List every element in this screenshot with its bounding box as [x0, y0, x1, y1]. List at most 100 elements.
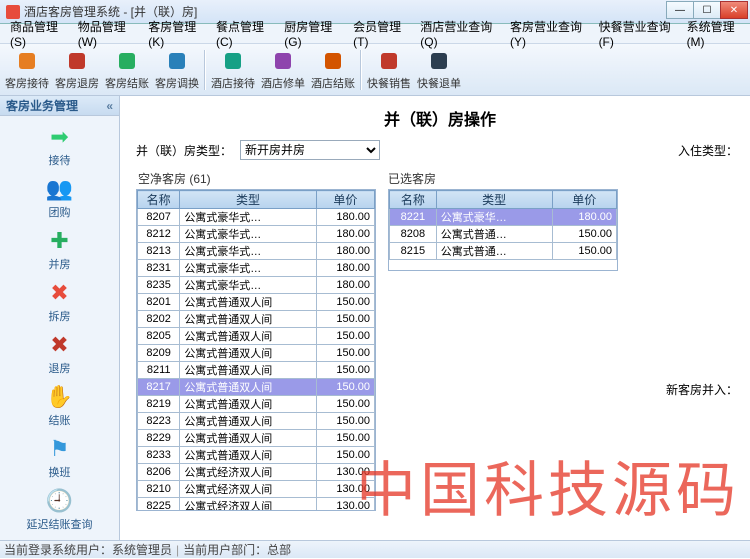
table-row[interactable]: 8205公寓式普通双人间150.00 — [138, 328, 375, 345]
table-cell: 8212 — [138, 226, 180, 243]
merge-type-select[interactable]: 新开房并房 — [240, 140, 380, 160]
table-cell: 公寓式普通… — [436, 226, 552, 243]
table-cell: 公寓式普通双人间 — [180, 311, 316, 328]
column-header[interactable]: 单价 — [316, 191, 374, 209]
column-header[interactable]: 名称 — [390, 191, 437, 209]
reception-icon — [15, 49, 39, 73]
bill-icon: ✋ — [47, 384, 73, 410]
sidebar-item-split[interactable]: ✖拆房 — [0, 276, 119, 328]
sidebar-item-label: 团购 — [49, 204, 71, 220]
sidebar-item-label: 接待 — [49, 152, 71, 168]
toolbar-checkout-room-button[interactable]: 客房退房 — [52, 46, 102, 94]
menu-item-8[interactable]: 快餐营业查询(F) — [593, 16, 681, 51]
table-row[interactable]: 8213公寓式豪华式…180.00 — [138, 243, 375, 260]
table-cell: 8229 — [138, 430, 180, 447]
table-cell: 8202 — [138, 311, 180, 328]
table-cell: 8210 — [138, 481, 180, 498]
table-cell: 公寓式普通双人间 — [180, 328, 316, 345]
right-grid-wrap[interactable]: 名称类型单价 8221公寓式豪华…180.008208公寓式普通…150.008… — [389, 190, 617, 270]
table-row[interactable]: 8217公寓式普通双人间150.00 — [138, 379, 375, 396]
toolbar-label: 客房结账 — [105, 75, 149, 91]
toolbar-bill-button[interactable]: 客房结账 — [102, 46, 152, 94]
right-table-box: 名称类型单价 8221公寓式豪华…180.008208公寓式普通…150.008… — [388, 189, 618, 271]
table-cell: 8233 — [138, 447, 180, 464]
sidebar-item-recv[interactable]: ➡接待 — [0, 120, 119, 172]
table-row[interactable]: 8210公寓式经济双人间130.00 — [138, 481, 375, 498]
table-row[interactable]: 8209公寓式普通双人间150.00 — [138, 345, 375, 362]
table-cell: 150.00 — [316, 328, 374, 345]
table-cell: 8223 — [138, 413, 180, 430]
table-row[interactable]: 8211公寓式普通双人间150.00 — [138, 362, 375, 379]
sidebar-item-checkout[interactable]: ✖退房 — [0, 328, 119, 380]
table-cell: 150.00 — [316, 362, 374, 379]
toolbar-fast-refund-button[interactable]: 快餐退单 — [414, 46, 464, 94]
table-row[interactable]: 8215公寓式普通…150.00 — [390, 243, 617, 260]
checkin-type-label: 入住类型： — [678, 142, 738, 159]
maximize-button[interactable]: ☐ — [693, 1, 721, 19]
table-row[interactable]: 8206公寓式经济双人间130.00 — [138, 464, 375, 481]
table-cell: 公寓式经济双人间 — [180, 498, 316, 511]
toolbar-hotel-repair-button[interactable]: 酒店修单 — [258, 46, 308, 94]
table-cell: 180.00 — [552, 209, 616, 226]
table-row[interactable]: 8208公寓式普通…150.00 — [390, 226, 617, 243]
menu-bar: 商品管理(S)物品管理(W)客房管理(K)餐点管理(C)厨房管理(G)会员管理(… — [0, 24, 750, 44]
table-row[interactable]: 8233公寓式普通双人间150.00 — [138, 447, 375, 464]
table-row[interactable]: 8202公寓式普通双人间150.00 — [138, 311, 375, 328]
table-row[interactable]: 8219公寓式普通双人间150.00 — [138, 396, 375, 413]
sidebar-item-bill[interactable]: ✋结账 — [0, 380, 119, 432]
table-row[interactable]: 8201公寓式普通双人间150.00 — [138, 294, 375, 311]
column-header[interactable]: 类型 — [180, 191, 316, 209]
merge-icon: ✚ — [47, 228, 73, 254]
toolbar-hotel-recv-button[interactable]: 酒店接待 — [208, 46, 258, 94]
table-cell: 8207 — [138, 209, 180, 226]
toolbar-hotel-bill-button[interactable]: 酒店结账 — [308, 46, 358, 94]
sidebar-item-merge[interactable]: ✚并房 — [0, 224, 119, 276]
table-cell: 8215 — [390, 243, 437, 260]
table-row[interactable]: 8207公寓式豪华式…180.00 — [138, 209, 375, 226]
table-row[interactable]: 8235公寓式豪华式…180.00 — [138, 277, 375, 294]
sidebar-item-group[interactable]: 👥团购 — [0, 172, 119, 224]
sidebar-collapse-icon[interactable]: « — [106, 99, 113, 113]
bill-icon — [115, 49, 139, 73]
table-cell: 150.00 — [552, 226, 616, 243]
left-grid-wrap[interactable]: 名称类型单价 8207公寓式豪华式…180.008212公寓式豪华式…180.0… — [137, 190, 375, 510]
toolbar-label: 客房调换 — [155, 75, 199, 91]
menu-item-9[interactable]: 系统管理(M) — [681, 16, 750, 51]
column-header[interactable]: 单价 — [552, 191, 616, 209]
table-row[interactable]: 8221公寓式豪华…180.00 — [390, 209, 617, 226]
table-cell: 180.00 — [316, 277, 374, 294]
close-button[interactable]: ✕ — [720, 1, 748, 19]
toolbar-label: 酒店结账 — [311, 75, 355, 91]
table-row[interactable]: 8231公寓式豪华式…180.00 — [138, 260, 375, 277]
table-row[interactable]: 8212公寓式豪华式…180.00 — [138, 226, 375, 243]
table-cell: 150.00 — [316, 311, 374, 328]
table-cell: 8206 — [138, 464, 180, 481]
sidebar-item-label: 换班 — [49, 464, 71, 480]
sidebar-item-delay[interactable]: 🕘延迟结账查询 — [0, 484, 119, 536]
column-header[interactable]: 类型 — [436, 191, 552, 209]
minimize-button[interactable]: — — [666, 1, 694, 19]
sidebar-header: 客房业务管理 « — [0, 96, 119, 116]
toolbar-reception-button[interactable]: 客房接待 — [2, 46, 52, 94]
table-cell: 180.00 — [316, 226, 374, 243]
content-area: 并（联）房操作 并（联）房类型： 新开房并房 入住类型： 新客房并入： 空净客房… — [120, 96, 750, 540]
table-cell: 公寓式经济双人间 — [180, 464, 316, 481]
table-cell: 150.00 — [316, 413, 374, 430]
selected-rooms-table: 名称类型单价 8221公寓式豪华…180.008208公寓式普通…150.008… — [389, 190, 617, 260]
table-row[interactable]: 8223公寓式普通双人间150.00 — [138, 413, 375, 430]
table-cell: 8219 — [138, 396, 180, 413]
sidebar-item-shift[interactable]: ⚑换班 — [0, 432, 119, 484]
table-cell: 公寓式豪华… — [436, 209, 552, 226]
table-cell: 150.00 — [316, 396, 374, 413]
change-icon — [165, 49, 189, 73]
table-row[interactable]: 8225公寓式经济双人间130.00 — [138, 498, 375, 511]
right-table-container: 已选客房 名称类型单价 8221公寓式豪华…180.008208公寓式普通…15… — [386, 170, 618, 511]
table-cell: 公寓式普通双人间 — [180, 345, 316, 362]
column-header[interactable]: 名称 — [138, 191, 180, 209]
toolbar-change-button[interactable]: 客房调换 — [152, 46, 202, 94]
table-row[interactable]: 8229公寓式普通双人间150.00 — [138, 430, 375, 447]
toolbar-fast-sell-button[interactable]: 快餐销售 — [364, 46, 414, 94]
table-cell: 公寓式经济双人间 — [180, 481, 316, 498]
sidebar-title: 客房业务管理 — [6, 97, 78, 114]
menu-item-7[interactable]: 客房营业查询(Y) — [504, 16, 593, 51]
